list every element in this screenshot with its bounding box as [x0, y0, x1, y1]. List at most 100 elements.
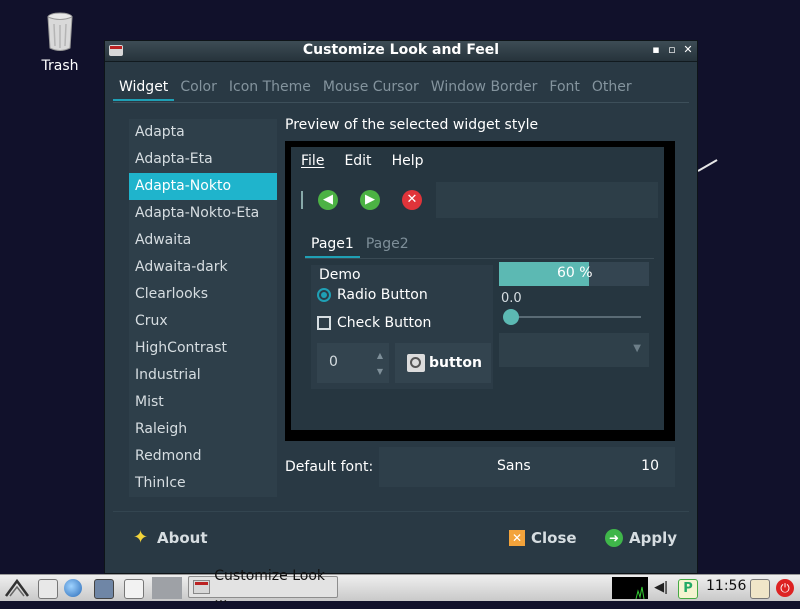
minimize-button[interactable]: ▪ [649, 43, 663, 57]
desktop-trash[interactable]: Trash [34, 12, 86, 74]
scale-value: 0.0 [501, 291, 522, 306]
forward-icon[interactable]: ▶ [360, 190, 380, 210]
desktop-pager[interactable] [152, 577, 182, 599]
cpu-graph-icon [635, 586, 645, 600]
radio-label: Radio Button [337, 287, 428, 303]
close-label: Close [531, 529, 577, 547]
preview-tabs-divider [305, 258, 654, 259]
theme-item[interactable]: Mist [129, 389, 277, 416]
tab-mouse-cursor[interactable]: Mouse Cursor [317, 75, 425, 101]
theme-item[interactable]: Raleigh [129, 416, 277, 443]
clock[interactable]: 11:56 [706, 578, 746, 594]
cpu-monitor [612, 577, 648, 600]
theme-item-selected[interactable]: Adapta-Nokto [129, 173, 277, 200]
spin-up-icon[interactable]: ▲ [377, 351, 383, 360]
spin-value: 0 [329, 354, 338, 370]
browser-icon[interactable] [64, 579, 82, 597]
apply-arrow-icon: ➜ [605, 529, 623, 547]
stop-icon[interactable]: ✕ [402, 190, 422, 210]
tab-other[interactable]: Other [586, 75, 638, 101]
theme-item[interactable]: HighContrast [129, 335, 277, 362]
close-button[interactable]: ✕ Close [509, 529, 577, 547]
preview-label: Preview of the selected widget style [285, 117, 539, 133]
volume-icon[interactable]: ◀ǀ [652, 579, 670, 597]
chevron-down-icon: ▼ [633, 343, 641, 354]
tab-widget[interactable]: Widget [113, 75, 175, 101]
taskbar-window-button[interactable]: Customize Look ... [188, 568, 338, 606]
start-menu-icon[interactable] [4, 578, 30, 598]
button-bar-divider [113, 511, 689, 512]
tab-window-border[interactable]: Window Border [425, 75, 544, 101]
preview-frame: File Edit Help ◀ ▶ ✕ Page1 Page2 Demo Ra… [285, 141, 675, 441]
user-switch-icon[interactable] [750, 579, 770, 599]
theme-item[interactable]: Adapta-Nokto-Eta [129, 200, 277, 227]
spin-button[interactable]: 0 ▲ ▼ [317, 343, 389, 383]
window-titlebar[interactable]: Customize Look and Feel ▪ ▫ ✕ [105, 41, 697, 62]
radio-indicator [317, 288, 331, 302]
font-size: 10 [641, 458, 659, 474]
apply-button[interactable]: ➜ Apply [605, 529, 677, 547]
star-icon: ✦ [133, 527, 149, 548]
font-name: Sans [497, 458, 531, 474]
theme-item[interactable]: Adwaita [129, 227, 277, 254]
desktop-artifact [697, 159, 718, 172]
theme-item[interactable]: Crux [129, 308, 277, 335]
about-button[interactable]: ✦ About [133, 527, 208, 548]
task-label: Customize Look ... [214, 568, 326, 606]
preview-button[interactable]: button [395, 343, 491, 383]
window-title: Customize Look and Feel [302, 42, 500, 58]
preview-button-label: button [429, 355, 482, 371]
font-chooser-button[interactable]: Sans 10 [379, 447, 675, 487]
preview-menubar: File Edit Help [299, 153, 425, 169]
toolbar-separator [301, 191, 303, 209]
close-window-button[interactable]: ✕ [681, 43, 695, 57]
spin-down-icon[interactable]: ▼ [377, 367, 383, 376]
window-app-icon [193, 580, 211, 594]
preview-toolbar: ◀ ▶ ✕ [291, 181, 664, 221]
tab-icon-theme[interactable]: Icon Theme [223, 75, 317, 101]
trash-label: Trash [41, 58, 79, 74]
about-label: About [157, 529, 208, 547]
maximize-button[interactable]: ▫ [665, 43, 679, 57]
preview-area: File Edit Help ◀ ▶ ✕ Page1 Page2 Demo Ra… [291, 147, 664, 430]
menu-help[interactable]: Help [390, 153, 426, 169]
progress-bar: 60 % [499, 262, 649, 286]
theme-item[interactable]: Adwaita-dark [129, 254, 277, 281]
tab-font[interactable]: Font [543, 75, 585, 101]
settings-tabs: Widget Color Icon Theme Mouse Cursor Win… [113, 75, 638, 101]
tab-color[interactable]: Color [174, 75, 223, 101]
theme-item[interactable]: ThinIce [129, 470, 277, 497]
radio-button[interactable]: Radio Button [317, 287, 428, 303]
tab-page2[interactable]: Page2 [360, 234, 415, 258]
window-switcher-icon[interactable] [94, 579, 114, 599]
progress-text: 60 % [557, 265, 593, 281]
preview-toolbar-entry[interactable] [436, 182, 658, 218]
customize-window: Customize Look and Feel ▪ ▫ ✕ Widget Col… [104, 40, 698, 574]
close-icon: ✕ [509, 530, 525, 546]
menu-edit[interactable]: Edit [342, 153, 373, 169]
file-manager-icon[interactable] [38, 579, 58, 599]
power-icon[interactable]: ⏻ [776, 579, 794, 597]
magnifier-icon [407, 354, 425, 372]
theme-item[interactable]: Industrial [129, 362, 277, 389]
trash-icon [47, 12, 73, 51]
default-font-label: Default font: [285, 459, 374, 475]
theme-list: Adapta Adapta-Eta Adapta-Nokto Adapta-No… [129, 119, 277, 497]
package-updater-icon[interactable]: P [678, 579, 698, 599]
theme-item[interactable]: Redmond [129, 443, 277, 470]
tab-page1[interactable]: Page1 [305, 234, 360, 258]
checkbox-indicator [317, 316, 331, 330]
theme-item[interactable]: Adapta [129, 119, 277, 146]
check-button[interactable]: Check Button [317, 315, 431, 331]
menu-file[interactable]: File [299, 153, 326, 169]
back-icon[interactable]: ◀ [318, 190, 338, 210]
theme-item[interactable]: Clearlooks [129, 281, 277, 308]
preview-combobox[interactable]: ▼ [499, 333, 649, 367]
demo-frame: Demo Radio Button Check Button 0 ▲ ▼ but… [311, 265, 493, 389]
workspace-icon[interactable] [124, 579, 144, 599]
tabs-divider [113, 102, 689, 103]
theme-item[interactable]: Adapta-Eta [129, 146, 277, 173]
scale-track[interactable] [505, 316, 641, 318]
scale-slider-handle[interactable] [503, 309, 519, 325]
taskbar: Customize Look ... ◀ǀ P 11:56 ⏻ [0, 568, 800, 606]
